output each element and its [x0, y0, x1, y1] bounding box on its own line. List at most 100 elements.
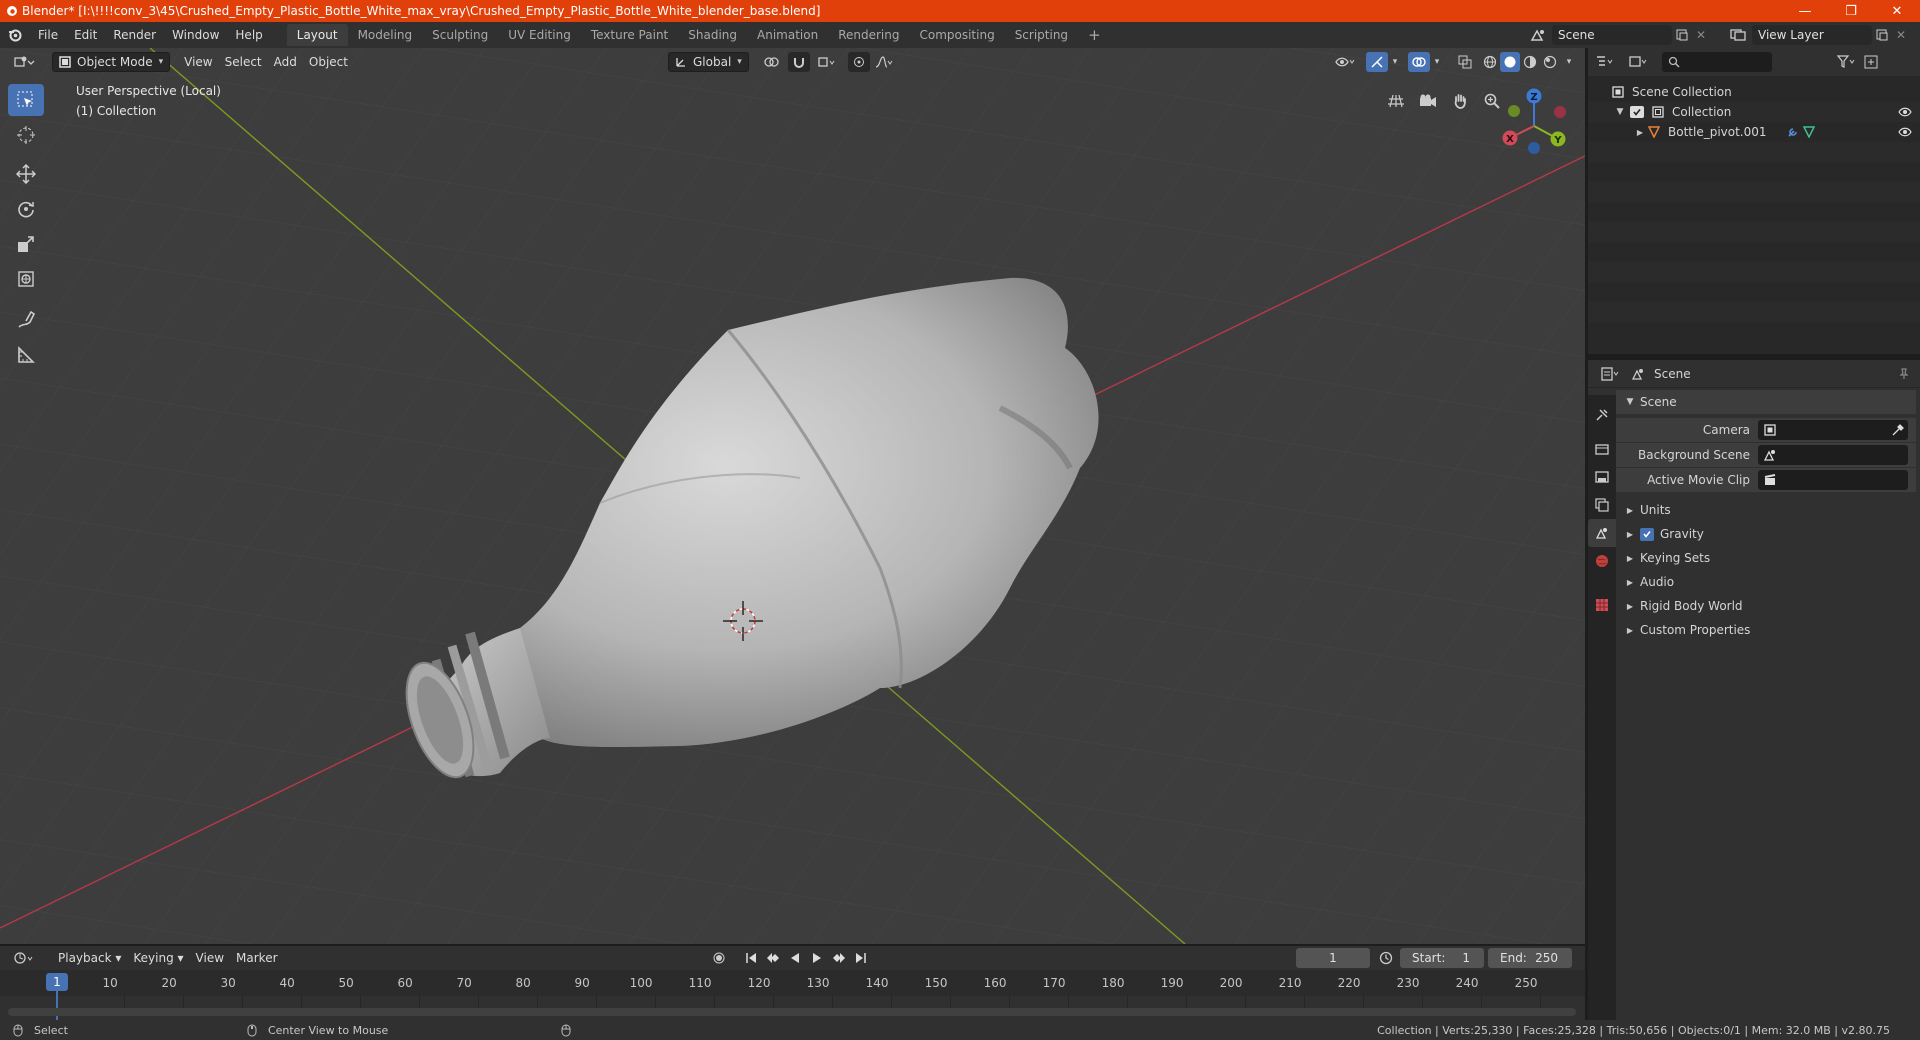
pivot-point-icon[interactable]: [758, 56, 786, 68]
display-mode-icon[interactable]: [1622, 55, 1656, 69]
view-layer-icon[interactable]: [1724, 29, 1752, 41]
tab-compositing[interactable]: Compositing: [909, 24, 1004, 46]
timeline-ruler[interactable]: 10 20 30 40 50 60 70 80 90 100 110 120 130 140 150 160 1…: [0, 970, 1585, 1021]
timeline-menu-keying[interactable]: Keying ▾: [127, 948, 189, 968]
scene-field[interactable]: Scene: [1552, 25, 1672, 45]
gizmo-dropdown-icon[interactable]: ▾: [1388, 57, 1402, 67]
render-tab-icon[interactable]: [1588, 435, 1616, 463]
grid-view-icon[interactable]: [1383, 88, 1409, 114]
snap-target-icon[interactable]: [812, 56, 840, 68]
gizmo-toggle-icon[interactable]: [1366, 52, 1388, 72]
background-scene-field[interactable]: [1758, 445, 1908, 465]
xray-toggle-icon[interactable]: [1454, 55, 1476, 69]
falloff-curve-icon[interactable]: [870, 56, 898, 68]
measure-tool[interactable]: [8, 339, 44, 371]
menu-edit[interactable]: Edit: [66, 24, 105, 46]
viewport-menu-object[interactable]: Object: [303, 52, 354, 72]
transform-tool[interactable]: [8, 263, 44, 295]
move-tool[interactable]: [8, 158, 44, 190]
tab-modeling[interactable]: Modeling: [348, 24, 423, 46]
menu-help[interactable]: Help: [227, 24, 270, 46]
eye-icon[interactable]: [1898, 107, 1912, 117]
end-frame-field[interactable]: End: 250: [1488, 948, 1572, 968]
scene-icon[interactable]: [1524, 28, 1552, 42]
viewport-menu-select[interactable]: Select: [219, 52, 268, 72]
play-reverse-icon[interactable]: [786, 952, 804, 964]
transform-orientation-dropdown[interactable]: Global ▾: [668, 52, 749, 72]
timeline-menu-marker[interactable]: Marker: [230, 948, 283, 968]
camera-field[interactable]: [1758, 420, 1908, 440]
rendered-shading-icon[interactable]: [1540, 55, 1560, 69]
timeline-scrollbar[interactable]: [8, 1008, 1576, 1016]
timeline-editor-icon[interactable]: [8, 948, 42, 968]
clock-icon[interactable]: [1376, 951, 1396, 965]
scene-panel-header[interactable]: ▼ Scene: [1616, 390, 1916, 414]
viewport-menu-view[interactable]: View: [178, 52, 218, 72]
overlays-toggle-icon[interactable]: [1408, 52, 1430, 72]
prev-keyframe-icon[interactable]: [764, 952, 782, 964]
tab-texture-paint[interactable]: Texture Paint: [581, 24, 678, 46]
current-frame-field[interactable]: 1: [1296, 948, 1370, 968]
menu-file[interactable]: File: [30, 24, 66, 46]
view-layer-tab-icon[interactable]: [1588, 491, 1616, 519]
3d-viewport[interactable]: User Perspective (Local) (1) Collection …: [0, 48, 1585, 944]
snap-magnet-icon[interactable]: [788, 52, 810, 72]
jump-start-icon[interactable]: [742, 952, 760, 964]
maximize-button[interactable]: ❐: [1828, 0, 1874, 22]
expand-triangle-icon[interactable]: ▼: [1614, 107, 1626, 117]
camera-view-icon[interactable]: [1415, 88, 1441, 114]
outliner-row-scene-collection[interactable]: Scene Collection: [1588, 82, 1920, 102]
rotate-tool[interactable]: [8, 193, 44, 225]
minimize-button[interactable]: —: [1782, 0, 1828, 22]
outliner-row-object[interactable]: ▶ Bottle_pivot.001: [1588, 122, 1920, 142]
close-button[interactable]: ✕: [1874, 0, 1920, 22]
cursor-tool[interactable]: [8, 119, 44, 151]
solid-shading-icon[interactable]: [1500, 52, 1520, 72]
expand-triangle-icon[interactable]: ▶: [1634, 128, 1646, 137]
modifier-wrench-icon[interactable]: [1785, 126, 1801, 138]
tab-sculpting[interactable]: Sculpting: [422, 24, 498, 46]
jump-end-icon[interactable]: [852, 952, 870, 964]
tab-shading[interactable]: Shading: [678, 24, 747, 46]
audio-subpanel[interactable]: ▶ Audio: [1616, 570, 1920, 594]
units-subpanel[interactable]: ▶ Units: [1616, 498, 1920, 522]
pan-hand-icon[interactable]: [1447, 88, 1473, 114]
playhead[interactable]: 1: [46, 973, 68, 991]
visibility-selectability-icon[interactable]: [1330, 56, 1360, 68]
menu-window[interactable]: Window: [164, 24, 227, 46]
timeline-menu-view[interactable]: View: [190, 948, 230, 968]
timeline-menu-playback[interactable]: Playback ▾: [52, 948, 127, 968]
select-box-tool[interactable]: [8, 84, 44, 116]
output-tab-icon[interactable]: [1588, 463, 1616, 491]
rigid-body-world-subpanel[interactable]: ▶ Rigid Body World: [1616, 594, 1920, 618]
tab-uv-editing[interactable]: UV Editing: [498, 24, 581, 46]
tab-layout[interactable]: Layout: [286, 24, 348, 46]
gravity-subpanel[interactable]: ▶ Gravity: [1616, 522, 1920, 546]
navigation-gizmo[interactable]: Z Y X: [1494, 82, 1574, 162]
annotate-tool[interactable]: [8, 304, 44, 336]
properties-editor-icon[interactable]: [1594, 366, 1628, 381]
keying-sets-subpanel[interactable]: ▶ Keying Sets: [1616, 546, 1920, 570]
filter-icon[interactable]: [1832, 55, 1860, 69]
object-mode-dropdown[interactable]: Object Mode ▾: [52, 52, 171, 72]
overlays-dropdown-icon[interactable]: ▾: [1430, 57, 1444, 67]
gravity-checkbox[interactable]: [1640, 527, 1654, 541]
delete-view-layer-icon[interactable]: ✕: [1892, 28, 1910, 42]
outliner-row-collection[interactable]: ▼ Collection: [1588, 102, 1920, 122]
viewport-menu-add[interactable]: Add: [268, 52, 303, 72]
checkbox-icon[interactable]: [1630, 106, 1644, 118]
record-icon[interactable]: [710, 948, 728, 968]
next-keyframe-icon[interactable]: [830, 952, 848, 964]
add-workspace-button[interactable]: +: [1078, 24, 1111, 46]
editor-type-icon[interactable]: [8, 52, 42, 72]
scale-tool[interactable]: [8, 228, 44, 260]
tab-rendering[interactable]: Rendering: [828, 24, 909, 46]
tab-scripting[interactable]: Scripting: [1005, 24, 1078, 46]
blender-menu-icon[interactable]: [0, 28, 30, 42]
new-view-layer-icon[interactable]: [1872, 29, 1892, 41]
material-shading-icon[interactable]: [1520, 55, 1540, 69]
shading-dropdown-icon[interactable]: ▾: [1562, 57, 1576, 67]
wireframe-shading-icon[interactable]: [1480, 55, 1500, 69]
outliner-search-input[interactable]: [1662, 52, 1772, 72]
eye-icon[interactable]: [1898, 127, 1912, 137]
